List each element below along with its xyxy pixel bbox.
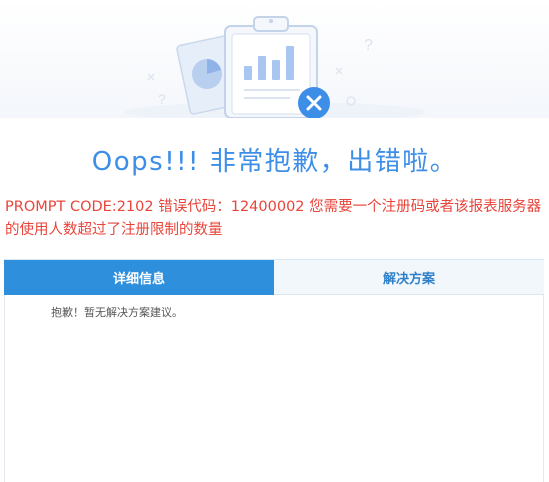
panel-message: 抱歉！暂无解决方案建议。	[51, 306, 183, 319]
error-page: ? ? Oops!!! 非常抱歉，出错啦。 PROMPT CODE:2102 错…	[0, 0, 549, 482]
illustration-divider	[0, 118, 549, 122]
svg-text:?: ?	[364, 37, 373, 54]
svg-text:?: ?	[158, 91, 166, 107]
error-x-icon	[298, 87, 330, 119]
tab-solution[interactable]: 解决方案	[274, 260, 544, 295]
tab-bar: 详细信息 解决方案	[4, 259, 544, 295]
error-title: Oops!!! 非常抱歉，出错啦。	[91, 147, 458, 177]
tab-details[interactable]: 详细信息	[4, 260, 274, 295]
tab-content-panel: 抱歉！暂无解决方案建议。	[4, 295, 544, 482]
error-message: PROMPT CODE:2102 错误代码：12400002 您需要一个注册码或…	[5, 199, 542, 238]
error-illustration: ? ?	[0, 0, 549, 122]
illustration-graphic: ? ?	[125, 16, 425, 122]
